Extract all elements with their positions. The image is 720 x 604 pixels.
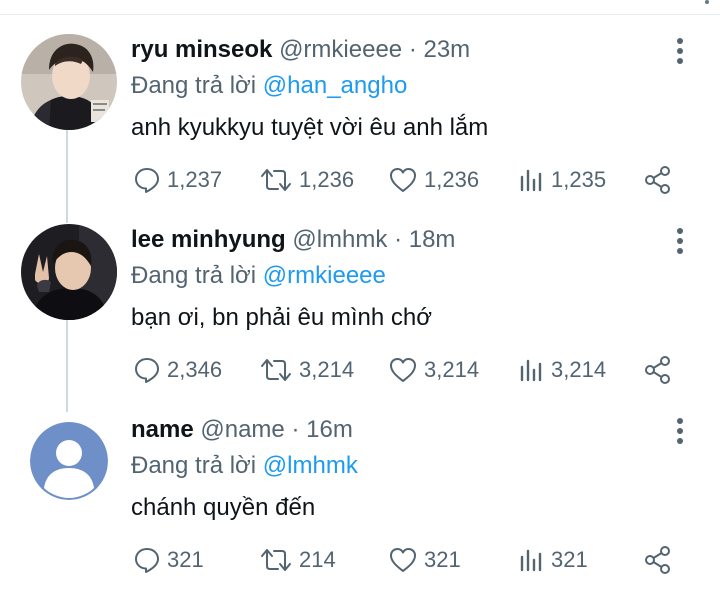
views-bar-chart-icon [520, 169, 542, 192]
share-icon [645, 166, 670, 194]
avatar-photo [21, 224, 117, 320]
retweet-count: 214 [299, 547, 336, 572]
top-more-dot [705, 0, 709, 4]
reply-button[interactable]: 2,346 [133, 354, 222, 386]
tweet-text: anh kyukkyu tuyệt vời êu anh lắm [131, 114, 489, 141]
like-button[interactable]: 321 [388, 544, 461, 576]
more-vertical-icon[interactable] [670, 418, 690, 446]
share-icon [645, 546, 670, 574]
tweet-header: ryu minseok @rmkieeee · 23m [131, 35, 470, 65]
user-handle[interactable]: @rmkieeee [279, 36, 402, 63]
replying-to-label: Đang trả lời [131, 262, 257, 289]
heart-icon [390, 548, 416, 572]
reply-icon [135, 548, 159, 573]
display-name[interactable]: name [131, 416, 194, 443]
views-count: 3,214 [551, 357, 607, 382]
views-count: 1,235 [551, 167, 607, 192]
tweet-text: bạn ơi, bn phải êu mình chớ [131, 304, 432, 331]
like-count: 3,214 [424, 357, 480, 382]
user-handle[interactable]: @lmhmk [292, 226, 387, 253]
reply-count: 321 [167, 547, 204, 572]
tweet-ryu-minseok[interactable]: ryu minseok @rmkieeee · 23m Đang trả lời… [0, 34, 720, 224]
views-bar-chart-icon [520, 549, 542, 572]
retweet-icon [261, 169, 291, 191]
replying-to: Đang trả lời @lmhmk [131, 451, 358, 481]
share-button[interactable] [643, 164, 673, 196]
replying-to: Đang trả lời @han_angho [131, 71, 407, 101]
timestamp[interactable]: 16m [306, 416, 353, 443]
retweet-icon [261, 549, 291, 571]
display-name[interactable]: ryu minseok [131, 36, 272, 63]
retweet-count: 3,214 [299, 357, 355, 382]
heart-icon [390, 358, 416, 382]
like-count: 1,236 [424, 167, 480, 192]
reply-icon [135, 168, 159, 193]
replying-to-handle[interactable]: @lmhmk [263, 452, 358, 479]
tweet-text: chánh quyền đến [131, 494, 316, 521]
retweet-icon [261, 359, 291, 381]
replying-to-handle[interactable]: @han_angho [263, 72, 408, 99]
avatar-photo [21, 34, 117, 130]
views-button[interactable]: 3,214 [517, 354, 606, 386]
share-button[interactable] [643, 544, 673, 576]
replying-to: Đang trả lời @rmkieeee [131, 261, 386, 291]
like-button[interactable]: 1,236 [388, 164, 479, 196]
views-button[interactable]: 321 [517, 544, 588, 576]
reply-count: 1,237 [167, 167, 223, 192]
tweet-header: lee minhyung @lmhmk · 18m [131, 225, 455, 255]
avatar[interactable] [21, 224, 117, 320]
replying-to-label: Đang trả lời [131, 452, 257, 479]
replying-to-label: Đang trả lời [131, 72, 257, 99]
timestamp[interactable]: 18m [409, 226, 456, 253]
reply-icon [135, 358, 159, 383]
share-button[interactable] [643, 354, 673, 386]
retweet-button[interactable]: 3,214 [259, 354, 354, 386]
action-bar: 321 214 321 321 [131, 544, 691, 576]
tweet-lee-minhyung[interactable]: lee minhyung @lmhmk · 18m Đang trả lời @… [0, 224, 720, 414]
header-separator: · [394, 226, 403, 253]
reply-button[interactable]: 321 [133, 544, 204, 576]
default-user-icon [30, 422, 108, 500]
tweet-name[interactable]: name @name · 16m Đang trả lời @lmhmk chá… [0, 414, 720, 604]
like-count: 321 [424, 547, 461, 572]
views-bar-chart-icon [520, 359, 542, 382]
retweet-count: 1,236 [299, 167, 355, 192]
like-button[interactable]: 3,214 [388, 354, 479, 386]
reply-button[interactable]: 1,237 [133, 164, 222, 196]
share-icon [645, 356, 670, 384]
heart-icon [390, 168, 416, 192]
views-count: 321 [551, 547, 588, 572]
more-vertical-icon[interactable] [670, 38, 690, 66]
avatar[interactable] [30, 422, 108, 500]
timestamp[interactable]: 23m [423, 36, 470, 63]
action-bar: 1,237 1,236 1,236 1,235 [131, 164, 691, 196]
retweet-button[interactable]: 1,236 [259, 164, 354, 196]
user-handle[interactable]: @name [200, 416, 284, 443]
replying-to-handle[interactable]: @rmkieeee [263, 262, 386, 289]
tweet-header: name @name · 16m [131, 415, 353, 445]
top-divider [0, 14, 720, 15]
avatar[interactable] [21, 34, 117, 130]
retweet-button[interactable]: 214 [259, 544, 336, 576]
action-bar: 2,346 3,214 3,214 3,214 [131, 354, 691, 386]
header-separator: · [291, 416, 300, 443]
reply-count: 2,346 [167, 357, 223, 382]
header-separator: · [408, 36, 417, 63]
display-name[interactable]: lee minhyung [131, 226, 286, 253]
views-button[interactable]: 1,235 [517, 164, 606, 196]
more-vertical-icon[interactable] [670, 228, 690, 256]
